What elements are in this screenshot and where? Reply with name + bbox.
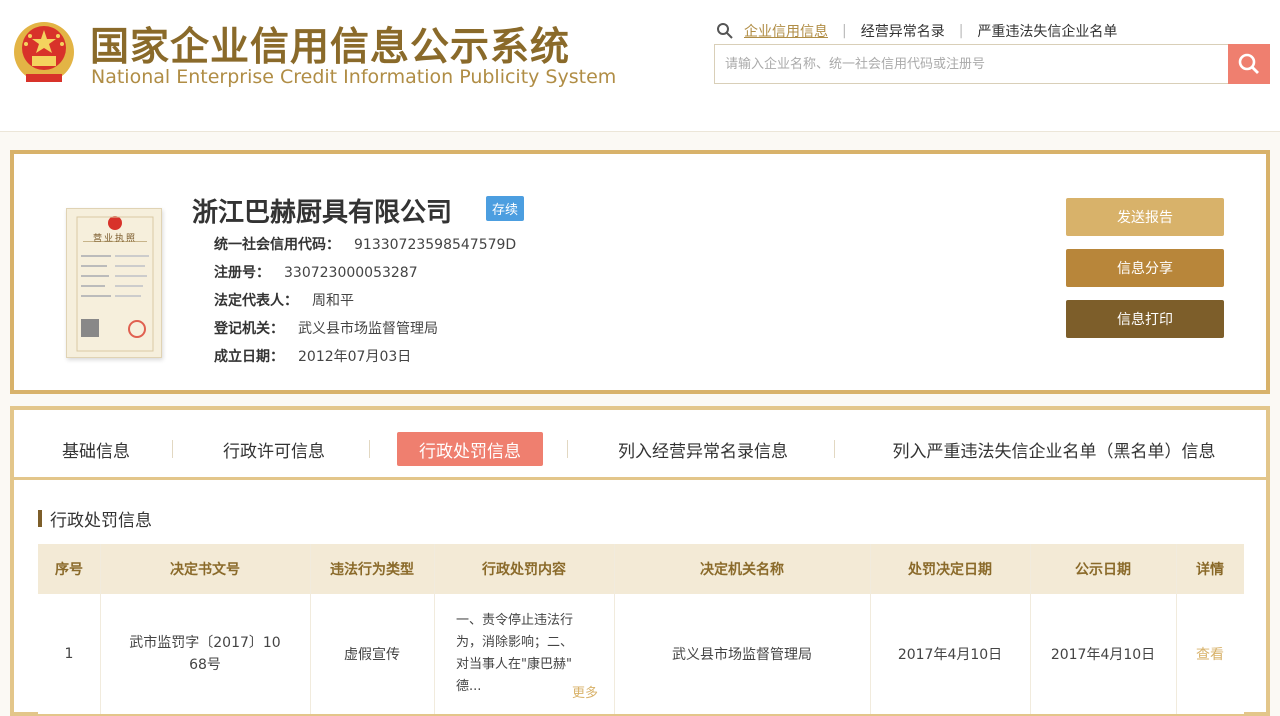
divider: | bbox=[958, 23, 964, 39]
cell-decision-date: 2017年4月10日 bbox=[897, 647, 1003, 663]
tab-divider bbox=[834, 440, 835, 458]
search-tab-credit-info[interactable]: 企业信用信息 bbox=[744, 21, 828, 41]
search-button[interactable] bbox=[1228, 44, 1270, 84]
cell-no: 1 bbox=[64, 646, 74, 662]
company-card: 营业执照 浙江巴赫厨具有限公司 存续 统一社会信用代码： 913307235985… bbox=[10, 150, 1270, 394]
tab-admin-license[interactable]: 行政许可信息 bbox=[204, 432, 344, 466]
tab-divider bbox=[567, 440, 568, 458]
info-panel: 基础信息 行政许可信息 行政处罚信息 列入经营异常名录信息 列入严重违法失信企业… bbox=[10, 406, 1270, 716]
cell-detail: 查看 bbox=[1176, 594, 1244, 714]
legal-rep-value: 周和平 bbox=[312, 293, 354, 309]
credit-code-row: 统一社会信用代码： 91330723598547579D bbox=[214, 234, 516, 254]
th-publish-date: 公示日期 bbox=[1075, 562, 1131, 578]
tab-abnormal-list[interactable]: 列入经营异常名录信息 bbox=[594, 432, 812, 466]
send-report-button[interactable]: 发送报告 bbox=[1066, 198, 1224, 236]
print-info-button[interactable]: 信息打印 bbox=[1066, 300, 1224, 338]
credit-code-value: 91330723598547579D bbox=[354, 237, 517, 253]
license-title: 营业执照 bbox=[92, 234, 137, 244]
section-marker bbox=[38, 510, 42, 527]
status-badge: 存续 bbox=[486, 196, 525, 221]
cell-violation-type: 虚假宣传 bbox=[344, 647, 400, 663]
doc-no-line2: 68号 bbox=[189, 657, 221, 673]
tab-divider bbox=[369, 440, 370, 458]
column-divider bbox=[100, 544, 101, 714]
table-row: 1 武市监罚字〔2017〕10 68号 虚假宣传 一、责令停止违法行 为，消除影… bbox=[38, 594, 1244, 714]
share-info-button[interactable]: 信息分享 bbox=[1066, 249, 1224, 287]
founded-row: 成立日期： 2012年07月03日 bbox=[214, 346, 411, 366]
content-line4: 德... bbox=[456, 679, 482, 694]
legal-rep-label: 法定代表人： bbox=[214, 293, 298, 309]
cell-doc-no: 武市监罚字〔2017〕10 68号 bbox=[100, 594, 310, 714]
column-divider bbox=[310, 544, 311, 714]
column-divider bbox=[434, 544, 435, 714]
reg-no-row: 注册号： 330723000053287 bbox=[214, 262, 418, 282]
founded-label: 成立日期： bbox=[214, 349, 284, 365]
th-no: 序号 bbox=[55, 562, 83, 578]
divider: | bbox=[842, 23, 847, 39]
th-detail: 详情 bbox=[1196, 562, 1224, 578]
doc-no-line1: 武市监罚字〔2017〕10 bbox=[129, 635, 281, 651]
column-divider bbox=[870, 544, 871, 714]
info-tabs: 基础信息 行政许可信息 行政处罚信息 列入经营异常名录信息 列入严重违法失信企业… bbox=[14, 410, 1266, 480]
reg-no-label: 注册号： bbox=[214, 265, 270, 281]
table-header: 序号 决定书文号 违法行为类型 行政处罚内容 决定机关名称 处罚决定日期 公示日… bbox=[38, 544, 1244, 594]
search-box bbox=[714, 44, 1270, 84]
section-title: 行政处罚信息 bbox=[38, 506, 152, 531]
section-title-text: 行政处罚信息 bbox=[50, 511, 152, 531]
national-emblem-icon bbox=[14, 22, 74, 82]
search-tab-abnormal-list[interactable]: 经营异常名录 bbox=[861, 21, 945, 41]
cell-authority: 武义县市场监督管理局 bbox=[672, 647, 812, 663]
credit-code-label: 统一社会信用代码： bbox=[214, 237, 340, 253]
legal-rep-row: 法定代表人： 周和平 bbox=[214, 290, 354, 310]
more-link[interactable]: 更多 bbox=[572, 682, 598, 701]
tab-admin-penalty[interactable]: 行政处罚信息 bbox=[397, 432, 543, 466]
column-divider bbox=[614, 544, 615, 714]
content-line1: 一、责令停止违法行 bbox=[456, 613, 574, 628]
authority-row: 登记机关： 武义县市场监督管理局 bbox=[214, 318, 438, 338]
search-icon bbox=[717, 23, 733, 39]
tab-blacklist[interactable]: 列入严重违法失信企业名单（黑名单）信息 bbox=[864, 432, 1244, 466]
view-detail-link[interactable]: 查看 bbox=[1196, 644, 1224, 664]
reg-no-value: 330723000053287 bbox=[284, 265, 418, 281]
search-tab-blacklist[interactable]: 严重违法失信企业名单 bbox=[977, 21, 1117, 41]
th-penalty-content: 行政处罚内容 bbox=[482, 562, 566, 578]
th-decision-date: 处罚决定日期 bbox=[908, 562, 992, 578]
tab-divider bbox=[172, 440, 173, 458]
content-line3: 对当事人在"康巴赫" bbox=[456, 657, 572, 672]
cell-publish-date: 2017年4月10日 bbox=[1050, 647, 1156, 663]
column-divider bbox=[1176, 544, 1177, 714]
authority-value: 武义县市场监督管理局 bbox=[298, 321, 438, 337]
site-subtitle: National Enterprise Credit Information P… bbox=[91, 66, 617, 88]
authority-label: 登记机关： bbox=[214, 321, 284, 337]
tab-basic-info[interactable]: 基础信息 bbox=[44, 432, 148, 466]
search-icon bbox=[1238, 53, 1259, 74]
content-line2: 为，消除影响；二、 bbox=[456, 635, 574, 650]
site-header: 国家企业信用信息公示系统 National Enterprise Credit … bbox=[0, 0, 1280, 132]
column-divider bbox=[1030, 544, 1031, 714]
th-violation-type: 违法行为类型 bbox=[330, 562, 414, 578]
th-authority: 决定机关名称 bbox=[700, 562, 784, 578]
company-name: 浙江巴赫厨具有限公司 bbox=[192, 198, 453, 228]
search-input[interactable] bbox=[715, 45, 1225, 83]
site-title: 国家企业信用信息公示系统 bbox=[90, 25, 571, 70]
founded-value: 2012年07月03日 bbox=[298, 349, 412, 365]
search-type-tabs: 企业信用信息 | 经营异常名录 | 严重违法失信企业名单 bbox=[716, 20, 1117, 42]
business-license-image[interactable]: 营业执照 bbox=[66, 208, 162, 358]
th-doc-no: 决定书文号 bbox=[170, 562, 240, 578]
